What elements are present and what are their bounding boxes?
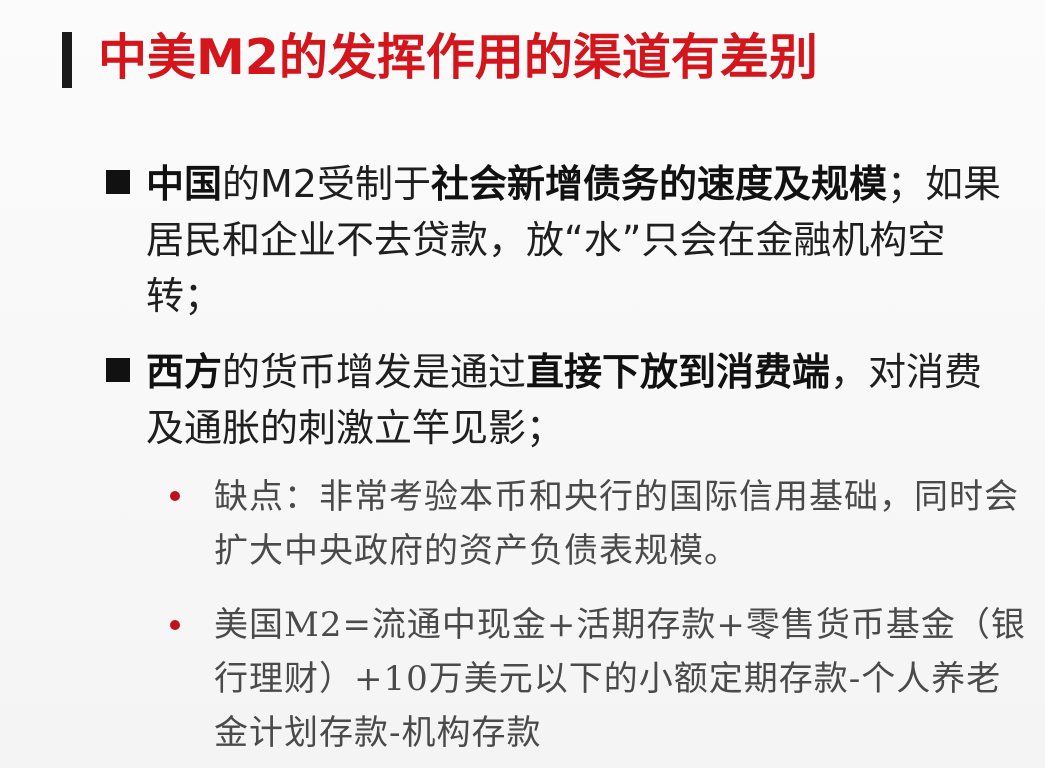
sub-bullet-dot-icon bbox=[170, 491, 180, 501]
bullet-item-west: 西方的货币增发是通过直接下放到消费端，对消费及通胀的刺激立竿见影； bbox=[146, 344, 1006, 456]
bullet-square-icon bbox=[106, 170, 130, 194]
bullet-item-china: 中国的M2受制于社会新增债务的速度及规模；如果居民和企业不去贷款，放“水”只会在… bbox=[146, 156, 1006, 324]
title-accent-bar bbox=[62, 32, 72, 88]
bullet-2-part-2: 的货币增发是通过 bbox=[222, 350, 527, 394]
sub-bullet-us-m2-definition: 美国M2=流通中现金+活期存款+零售货币基金（银行理财）+10万美元以下的小额定… bbox=[214, 605, 1026, 753]
bullet-square-icon bbox=[106, 358, 130, 382]
sub-bullet-dot-icon bbox=[170, 620, 180, 630]
page-title: 中美M2的发挥作用的渠道有差别 bbox=[98, 29, 818, 86]
bullet-1-part-2: 的M2受制于 bbox=[222, 162, 431, 206]
bullet-1-part-1: 中国 bbox=[146, 162, 223, 206]
bullet-1-part-3: 社会新增债务的速度及规模 bbox=[430, 162, 887, 206]
sub-bullet-disadvantage: 缺点：非常考验本币和央行的国际信用基础，同时会扩大中央政府的资产负债表规模。 bbox=[214, 477, 1019, 571]
bullet-2-part-1: 西方 bbox=[146, 350, 223, 394]
bullet-2-part-3: 直接下放到消费端 bbox=[526, 350, 831, 394]
